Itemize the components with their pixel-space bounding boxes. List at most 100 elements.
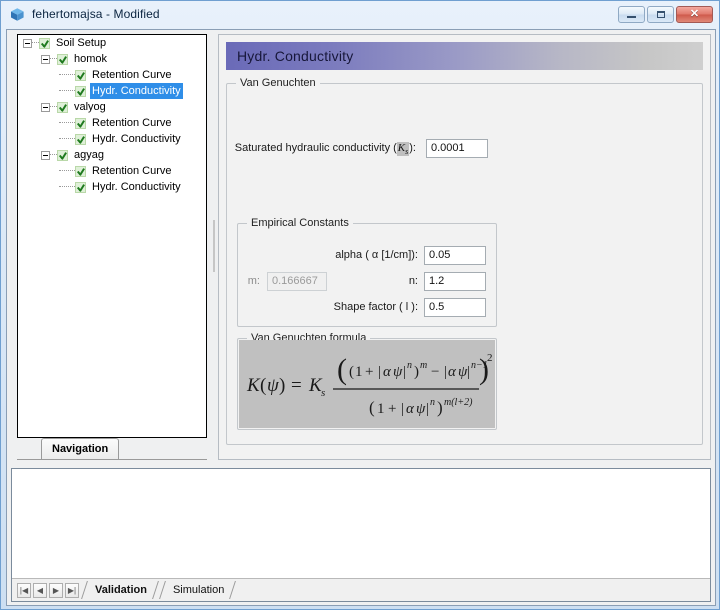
check-icon[interactable]	[39, 37, 50, 49]
tab-label: Validation	[95, 584, 147, 596]
next-record-icon: ▶	[52, 585, 60, 595]
tree-item-label: Soil Setup	[56, 37, 107, 49]
first-record-button[interactable]: |◀	[17, 582, 31, 598]
title-bar: fehertomajsa - Modified ✕	[1, 1, 719, 27]
svg-text:|: |	[426, 401, 429, 417]
tab-divider	[81, 581, 88, 599]
output-tabs: Validation Simulation	[81, 579, 237, 601]
n-input[interactable]: 1.2	[424, 272, 486, 291]
tree-item-retention-curve[interactable]: Retention Curve	[18, 163, 206, 179]
svg-text:m(l+2): m(l+2)	[444, 397, 473, 408]
tree-item-homok[interactable]: homok	[18, 51, 206, 67]
tree-item-label: valyog	[74, 101, 106, 113]
minimize-icon	[627, 16, 636, 18]
page-header-banner: Hydr. Conductivity	[226, 42, 703, 70]
svg-text:−: −	[431, 364, 439, 380]
tab-divider	[229, 581, 237, 599]
expander-minus-icon[interactable]	[41, 102, 50, 112]
tree-item-label: Retention Curve	[92, 165, 172, 177]
alpha-input[interactable]: 0.05	[424, 246, 486, 265]
svg-text:+: +	[365, 364, 373, 380]
check-icon[interactable]	[57, 101, 68, 113]
saturated-label-suffix: ):	[409, 142, 416, 154]
tab-divider	[159, 581, 166, 599]
first-record-icon: |◀	[19, 585, 29, 595]
formula-image: K ( ψ ) = K s ((1 + | α ψ | n) m − | …	[239, 340, 495, 428]
page-title: Hydr. Conductivity	[237, 48, 354, 64]
next-record-button[interactable]: ▶	[49, 582, 63, 598]
svg-text:): )	[279, 375, 285, 396]
application-window: fehertomajsa - Modified ✕ Soil Setup homo…	[0, 0, 720, 610]
previous-record-button[interactable]: ◀	[33, 582, 47, 598]
tree-item-hydr-conductivity[interactable]: Hydr. Conductivity	[18, 179, 206, 195]
expander-minus-icon[interactable]	[41, 54, 50, 64]
check-icon[interactable]	[75, 69, 86, 81]
alpha-label: alpha ( α [1/cm]):	[335, 249, 418, 261]
svg-text:n: n	[407, 360, 412, 371]
ks-symbol-sub: s	[405, 147, 409, 157]
tree-item-hydr-conductivity[interactable]: Hydr. Conductivity	[18, 131, 206, 147]
close-icon: ✕	[689, 8, 700, 20]
svg-text:|: |	[403, 364, 406, 380]
check-icon[interactable]	[75, 85, 86, 97]
output-text-area[interactable]	[12, 469, 710, 579]
maximize-button[interactable]	[647, 6, 674, 23]
soil-tree-view[interactable]: Soil Setup homok Retention Curve Hydr. Cond…	[17, 34, 207, 438]
panel-splitter[interactable]	[211, 34, 217, 458]
van-genuchten-formula-group: Van Genuchten formula K ( ψ ) = K s ((…	[237, 332, 497, 430]
svg-text:1: 1	[377, 401, 385, 417]
navigation-panel: Soil Setup homok Retention Curve Hydr. Cond…	[13, 32, 209, 460]
tab-navigation-label: Navigation	[52, 443, 109, 455]
close-button[interactable]: ✕	[676, 6, 713, 23]
svg-text:): )	[437, 398, 443, 417]
svg-text:(: (	[349, 364, 354, 380]
check-icon[interactable]	[75, 133, 86, 145]
svg-text:(: (	[369, 398, 375, 417]
tree-connector	[59, 74, 75, 76]
tab-divider	[152, 581, 159, 599]
svg-text:(: (	[260, 375, 266, 396]
tree-item-agyag[interactable]: agyag	[18, 147, 206, 163]
tree-item-valyog[interactable]: valyog	[18, 99, 206, 115]
tree-connector	[59, 186, 75, 188]
svg-text:α: α	[448, 364, 457, 380]
maximize-icon	[656, 11, 665, 18]
check-icon[interactable]	[75, 117, 86, 129]
tree-item-soil-setup[interactable]: Soil Setup	[18, 35, 206, 51]
n-label: n:	[408, 275, 418, 287]
tree-item-hydr-conductivity[interactable]: Hydr. Conductivity	[18, 83, 206, 99]
tab-simulation[interactable]: Simulation	[159, 579, 237, 601]
minimize-button[interactable]	[618, 6, 645, 23]
tree-item-retention-curve[interactable]: Retention Curve	[18, 67, 206, 83]
empirical-constants-label: Empirical Constants	[247, 217, 353, 229]
check-icon[interactable]	[57, 53, 68, 65]
expander-minus-icon[interactable]	[23, 38, 32, 48]
expander-minus-icon[interactable]	[41, 150, 50, 160]
output-tab-strip: |◀ ◀ ▶ ▶| Validation Simulation	[12, 578, 710, 601]
saturated-conductivity-input[interactable]: 0.0001	[426, 139, 488, 158]
content-panel: Hydr. Conductivity Van Genuchten Saturat…	[218, 34, 711, 460]
m-input: 0.166667	[267, 272, 327, 291]
output-panel: |◀ ◀ ▶ ▶| Validation Simulation	[11, 468, 711, 602]
tab-navigation[interactable]: Navigation	[41, 438, 120, 459]
svg-text:): )	[414, 364, 419, 380]
tree-item-retention-curve[interactable]: Retention Curve	[18, 115, 206, 131]
svg-text:ψ: ψ	[393, 364, 403, 380]
ks-symbol: Ks	[396, 142, 410, 157]
tree-item-label: agyag	[74, 149, 104, 161]
navigation-tab-strip: Navigation	[17, 438, 207, 460]
saturated-label-prefix: Saturated hydraulic conductivity (	[234, 142, 397, 154]
tree-item-label: Retention Curve	[92, 117, 172, 129]
svg-text:|: |	[378, 364, 381, 380]
formula-svg: K ( ψ ) = K s ((1 + | α ψ | n) m − | …	[246, 352, 493, 417]
tree-item-label: Retention Curve	[92, 69, 172, 81]
svg-text:1: 1	[355, 364, 363, 380]
tree-connector	[32, 42, 39, 44]
check-icon[interactable]	[57, 149, 68, 161]
last-record-button[interactable]: ▶|	[65, 582, 79, 598]
tab-validation[interactable]: Validation	[81, 579, 159, 601]
tree-connector	[50, 58, 57, 60]
check-icon[interactable]	[75, 165, 86, 177]
shape-factor-input[interactable]: 0.5	[424, 298, 486, 317]
check-icon[interactable]	[75, 181, 86, 193]
